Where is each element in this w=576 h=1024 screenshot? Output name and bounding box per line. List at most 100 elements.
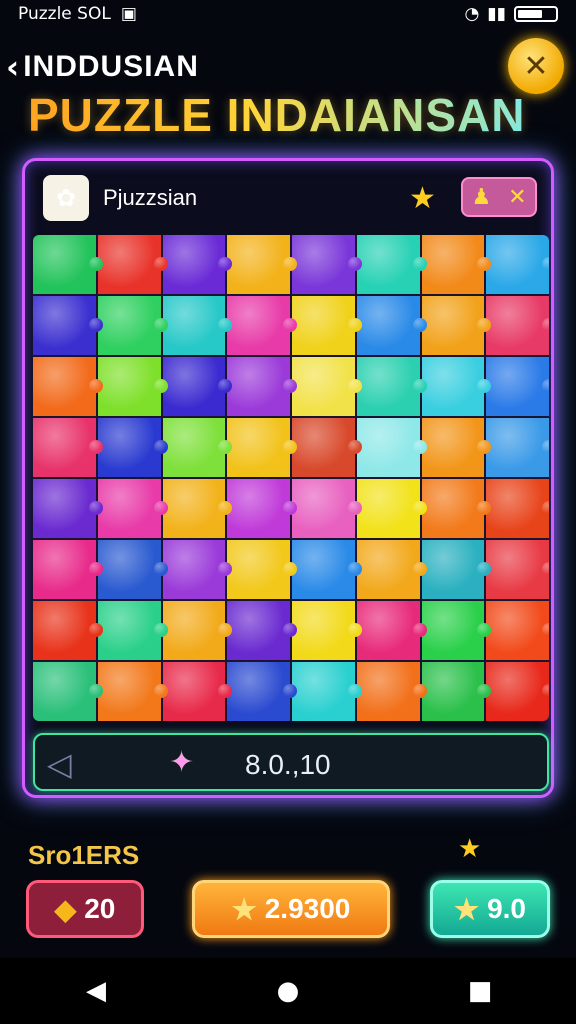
puzzle-piece[interactable] [162, 296, 232, 355]
puzzle-piece[interactable] [292, 235, 362, 294]
gem-count: 20 [84, 893, 116, 924]
puzzle-piece[interactable] [486, 662, 549, 721]
puzzle-piece[interactable] [421, 418, 491, 477]
puzzle-piece[interactable] [356, 418, 427, 477]
puzzle-piece[interactable] [292, 418, 362, 477]
puzzle-piece[interactable] [292, 601, 362, 660]
nav-home-icon[interactable]: ● [258, 976, 318, 1006]
progress-value: 8.0.,10 [245, 749, 331, 780]
puzzle-piece[interactable] [97, 235, 168, 294]
puzzle-piece[interactable] [97, 479, 168, 538]
puzzle-piece[interactable] [292, 357, 362, 416]
puzzle-piece[interactable] [356, 479, 427, 538]
puzzle-piece[interactable] [33, 357, 103, 416]
panel-header: ✿ Pjuzzsian ★ ♟ ✕ [43, 175, 539, 221]
puzzle-piece[interactable] [97, 296, 168, 355]
puzzle-piece[interactable] [97, 540, 168, 599]
header: ‹ INDDUSIAN ✕ PUZZLE INDAIANSAN [0, 38, 576, 148]
scores-label: Sro1ERS [28, 840, 140, 870]
puzzle-piece[interactable] [162, 662, 232, 721]
signal-icon: ▮▮ [487, 4, 506, 24]
puzzle-piece[interactable] [356, 235, 427, 294]
puzzle-piece[interactable] [227, 418, 297, 477]
puzzle-piece[interactable] [356, 662, 427, 721]
puzzle-piece[interactable] [486, 235, 549, 294]
puzzle-piece[interactable] [162, 235, 232, 294]
puzzle-piece[interactable] [33, 296, 103, 355]
favorite-star-icon[interactable]: ★ [409, 181, 436, 216]
puzzle-piece[interactable] [486, 296, 549, 355]
puzzle-piece[interactable] [486, 418, 549, 477]
puzzle-piece[interactable] [486, 601, 549, 660]
flower-icon: ✿ [43, 175, 89, 221]
puzzle-piece[interactable] [356, 540, 427, 599]
score-value: 2.9300 [264, 893, 351, 924]
close-icon: ✕ [523, 48, 549, 84]
close-icon: ✕ [508, 184, 527, 210]
puzzle-piece[interactable] [292, 540, 362, 599]
triangle-left-icon[interactable]: ◁ [47, 745, 72, 783]
star-icon: ★ [458, 834, 482, 864]
panel-title: Pjuzzsian [103, 185, 198, 210]
puzzle-piece[interactable] [227, 601, 297, 660]
hint-tool-button[interactable]: ♟ ✕ [461, 177, 537, 217]
bonus-button[interactable]: ★ 9.0 [430, 880, 550, 938]
image-icon: ▣ [120, 4, 137, 24]
puzzle-piece[interactable] [486, 540, 549, 599]
gem-count-button[interactable]: ◆ 20 [26, 880, 144, 938]
puzzle-piece[interactable] [33, 540, 103, 599]
puzzle-piece[interactable] [162, 418, 232, 477]
nav-back-icon[interactable]: ◀ [66, 976, 126, 1006]
puzzle-piece[interactable] [97, 357, 168, 416]
puzzle-piece[interactable] [421, 601, 491, 660]
puzzle-piece[interactable] [33, 479, 103, 538]
score-button[interactable]: ★ 2.9300 [192, 880, 390, 938]
puzzle-piece[interactable] [162, 357, 232, 416]
puzzle-piece[interactable] [162, 540, 232, 599]
puzzle-piece[interactable] [33, 418, 103, 477]
battery-icon [514, 6, 558, 22]
puzzle-piece[interactable] [227, 662, 297, 721]
puzzle-piece[interactable] [292, 479, 362, 538]
puzzle-piece[interactable] [227, 540, 297, 599]
puzzle-piece[interactable] [486, 479, 549, 538]
page-title: PUZZLE INDAIANSAN [28, 89, 526, 141]
puzzle-piece[interactable] [33, 601, 103, 660]
puzzle-piece[interactable] [162, 601, 232, 660]
star-icon: ★ [453, 893, 480, 925]
status-app-label: Puzzle SOL [18, 4, 111, 24]
puzzle-piece[interactable] [421, 296, 491, 355]
back-button[interactable]: ‹ INDDUSIAN [6, 48, 199, 86]
puzzle-piece[interactable] [33, 235, 103, 294]
star-icon: ★ [231, 893, 257, 925]
puzzle-piece[interactable] [486, 357, 549, 416]
puzzle-piece[interactable] [162, 479, 232, 538]
person-icon: ♟ [471, 184, 492, 210]
puzzle-piece[interactable] [292, 662, 362, 721]
puzzle-panel: ✿ Pjuzzsian ★ ♟ ✕ ◁ ✦ 8.0.,10 [22, 158, 554, 798]
sparkle-icon[interactable]: ✦ [169, 745, 194, 780]
puzzle-piece[interactable] [227, 479, 297, 538]
close-button[interactable]: ✕ [508, 38, 564, 94]
status-right: ◔ ▮▮ [464, 4, 558, 24]
puzzle-piece[interactable] [33, 662, 103, 721]
puzzle-piece[interactable] [421, 357, 491, 416]
puzzle-board[interactable] [33, 235, 549, 721]
puzzle-piece[interactable] [421, 540, 491, 599]
puzzle-piece[interactable] [421, 235, 491, 294]
puzzle-piece[interactable] [227, 357, 297, 416]
puzzle-piece[interactable] [421, 479, 491, 538]
puzzle-piece[interactable] [356, 296, 427, 355]
puzzle-piece[interactable] [227, 296, 297, 355]
gem-icon: ◆ [54, 893, 77, 925]
nav-recents-icon[interactable]: ■ [450, 976, 510, 1006]
puzzle-piece[interactable] [356, 601, 427, 660]
puzzle-piece[interactable] [292, 296, 362, 355]
puzzle-piece[interactable] [97, 418, 168, 477]
puzzle-piece[interactable] [421, 662, 491, 721]
puzzle-piece[interactable] [97, 662, 168, 721]
puzzle-piece[interactable] [227, 235, 297, 294]
puzzle-piece[interactable] [97, 601, 168, 660]
puzzle-piece[interactable] [356, 357, 427, 416]
puzzle-controls: ◁ ✦ 8.0.,10 [33, 733, 549, 791]
